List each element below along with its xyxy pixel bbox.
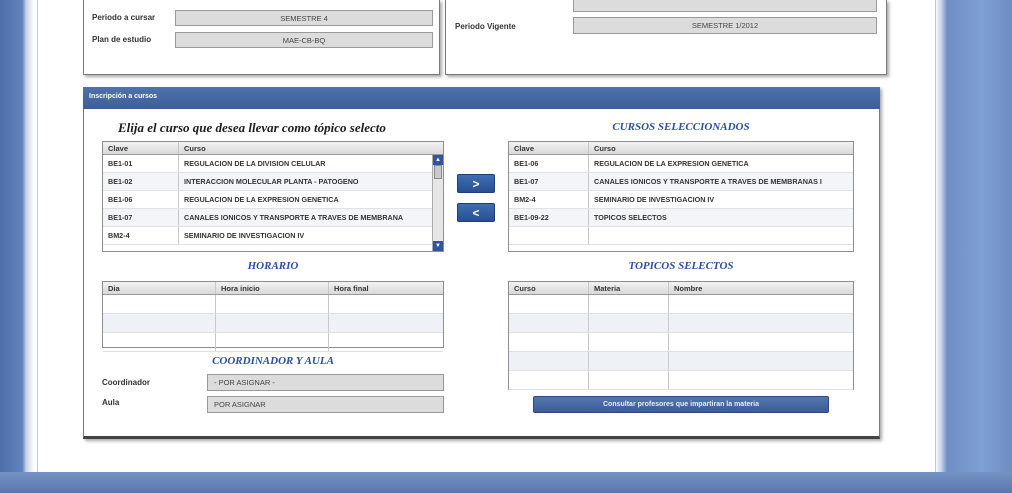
col-nombre[interactable]: Nombre: [669, 282, 853, 294]
topicos-heading: TOPICOS SELECTOS: [628, 260, 734, 272]
cell-curso: INTERACCION MOLECULAR PLANTA - PATOGENO: [184, 177, 359, 186]
aula-label: Aula: [102, 398, 120, 407]
col-materia[interactable]: Materia: [589, 282, 669, 294]
col-curso[interactable]: Curso: [509, 282, 589, 294]
vigente-label: Periodo Vigente: [455, 22, 516, 31]
vigente-field: SEMESTRE 1/2012: [573, 17, 877, 34]
cell-curso: [589, 227, 853, 244]
table-row[interactable]: BE1-01 REGULACION DE LA DIVISION CELULAR: [103, 155, 443, 173]
cell-clave: BE1-01: [103, 155, 179, 172]
table-row[interactable]: BE1-02 INTERACCION MOLECULAR PLANTA - PA…: [103, 173, 443, 191]
available-courses-grid: Clave Curso BE1-01 REGULACION DE LA DIVI…: [102, 141, 444, 252]
scroll-thumb[interactable]: [434, 165, 442, 179]
top-right-blank-field: [573, 0, 877, 12]
col-curso[interactable]: Curso: [589, 142, 853, 154]
cell-curso: SEMINARIO DE INVESTIGACION IV: [184, 231, 305, 240]
consult-professors-button[interactable]: Consultar profesores que impartiran la m…: [533, 396, 829, 413]
selected-courses-grid: Clave Curso BE1-06 REGULACION DE LA EXPR…: [508, 141, 854, 252]
horario-grid: Dia Hora inicio Hora final: [102, 281, 444, 352]
topicos-grid: Curso Materia Nombre: [508, 281, 854, 390]
scroll-down-icon[interactable]: ▼: [433, 241, 443, 251]
col-clave[interactable]: Clave: [103, 142, 179, 154]
col-curso[interactable]: Curso: [179, 142, 433, 154]
plan-field: MAE-CB-BQ: [175, 32, 433, 48]
table-row[interactable]: BE1-09-22 TOPICOS SELECTOS: [509, 209, 853, 227]
selected-heading: CURSOS SELECCIONADOS: [612, 121, 750, 133]
table-row[interactable]: [103, 333, 443, 352]
cell-curso: REGULACION DE LA EXPRESION GENETICA: [184, 195, 339, 204]
table-row[interactable]: BE1-06 REGULACION DE LA EXPRESION GENETI…: [509, 155, 853, 173]
table-row[interactable]: [103, 295, 443, 314]
aula-field: POR ASIGNAR: [207, 396, 444, 413]
col-clave[interactable]: Clave: [509, 142, 589, 154]
coordinador-heading: COORDINADOR Y AULA: [212, 355, 334, 367]
cell-clave: BE1-02: [103, 173, 179, 190]
table-row[interactable]: [509, 314, 853, 333]
coordinador-field: - POR ASIGNAR -: [207, 374, 444, 391]
cell-curso: CANALES IONICOS Y TRANSPORTE A TRAVES DE…: [594, 177, 822, 186]
col-dia[interactable]: Dia: [103, 282, 216, 294]
cell-clave: BE1-07: [103, 209, 179, 226]
selected-grid-header: Clave Curso: [509, 142, 853, 155]
cell-clave: BE1-07: [509, 173, 589, 190]
table-row[interactable]: [103, 314, 443, 333]
table-row[interactable]: [509, 371, 853, 390]
cell-curso: CANALES IONICOS Y TRANSPORTE A TRAVES DE…: [184, 213, 404, 222]
available-grid-header: Clave Curso: [103, 142, 443, 155]
cell-clave: BE1-09-22: [509, 209, 589, 226]
add-course-button[interactable]: >: [457, 174, 495, 193]
bottom-taskbar: [0, 472, 1012, 493]
plan-label: Plan de estudio: [92, 35, 152, 44]
table-row[interactable]: [509, 295, 853, 314]
cell-clave: BE1-06: [103, 191, 179, 208]
periodo-label: Periodo a cursar: [92, 13, 156, 22]
horario-grid-header: Dia Hora inicio Hora final: [103, 282, 443, 295]
table-row[interactable]: BE1-07 CANALES IONICOS Y TRANSPORTE A TR…: [103, 209, 443, 227]
cell-clave: BM2-4: [509, 191, 589, 208]
cell-clave: BE1-06: [509, 155, 589, 172]
available-heading: Elija el curso que desea llevar como tóp…: [118, 120, 386, 135]
cell-curso: REGULACION DE LA DIVISION CELULAR: [184, 159, 326, 168]
available-scrollbar[interactable]: ▲ ▼: [432, 155, 443, 251]
section-title-bar: Inscripción a cursos: [83, 87, 880, 109]
col-hora-final[interactable]: Hora final: [329, 282, 443, 294]
scroll-up-icon[interactable]: ▲: [433, 155, 443, 165]
cell-curso: REGULACION DE LA EXPRESION GENETICA: [594, 159, 749, 168]
cell-clave: BM2-4: [103, 227, 179, 244]
cell-curso: TOPICOS SELECTOS: [594, 213, 667, 222]
horario-heading: HORARIO: [247, 260, 299, 272]
cell-curso: SEMINARIO DE INVESTIGACION IV: [594, 195, 715, 204]
coordinador-label: Coordinador: [102, 378, 150, 387]
periodo-field: SEMESTRE 4: [175, 10, 433, 26]
remove-course-button[interactable]: <: [457, 203, 495, 222]
table-row[interactable]: [509, 352, 853, 371]
col-hora-inicio[interactable]: Hora inicio: [216, 282, 329, 294]
table-row[interactable]: [509, 333, 853, 352]
table-row[interactable]: BE1-06 REGULACION DE LA EXPRESION GENETI…: [103, 191, 443, 209]
cell-clave: [509, 227, 589, 244]
table-row[interactable]: BM2-4 SEMINARIO DE INVESTIGACION IV: [509, 191, 853, 209]
table-row[interactable]: BE1-07 CANALES IONICOS Y TRANSPORTE A TR…: [509, 173, 853, 191]
table-row[interactable]: [509, 227, 853, 245]
table-row[interactable]: BM2-4 SEMINARIO DE INVESTIGACION IV: [103, 227, 443, 245]
topicos-grid-header: Curso Materia Nombre: [509, 282, 853, 295]
